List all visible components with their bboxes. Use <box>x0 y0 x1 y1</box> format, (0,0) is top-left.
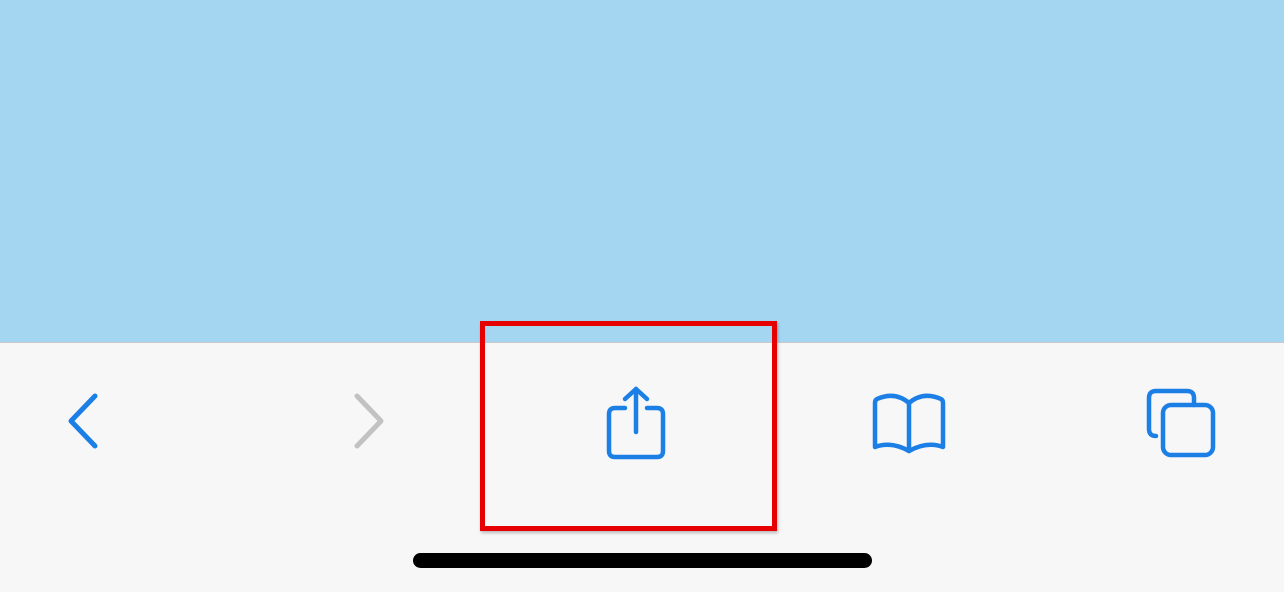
book-icon <box>872 393 946 454</box>
forward-button[interactable] <box>317 376 417 472</box>
tabs-button[interactable] <box>1132 376 1232 472</box>
bookmarks-button[interactable] <box>859 376 959 472</box>
web-content-area[interactable] <box>0 0 1284 342</box>
back-button[interactable] <box>36 376 136 472</box>
chevron-right-icon <box>354 393 384 449</box>
share-icon <box>606 386 666 460</box>
safari-screen <box>0 0 1284 592</box>
chevron-left-icon <box>68 393 98 449</box>
tabs-icon <box>1146 388 1216 458</box>
share-button[interactable] <box>586 376 686 472</box>
home-indicator[interactable] <box>413 553 872 568</box>
